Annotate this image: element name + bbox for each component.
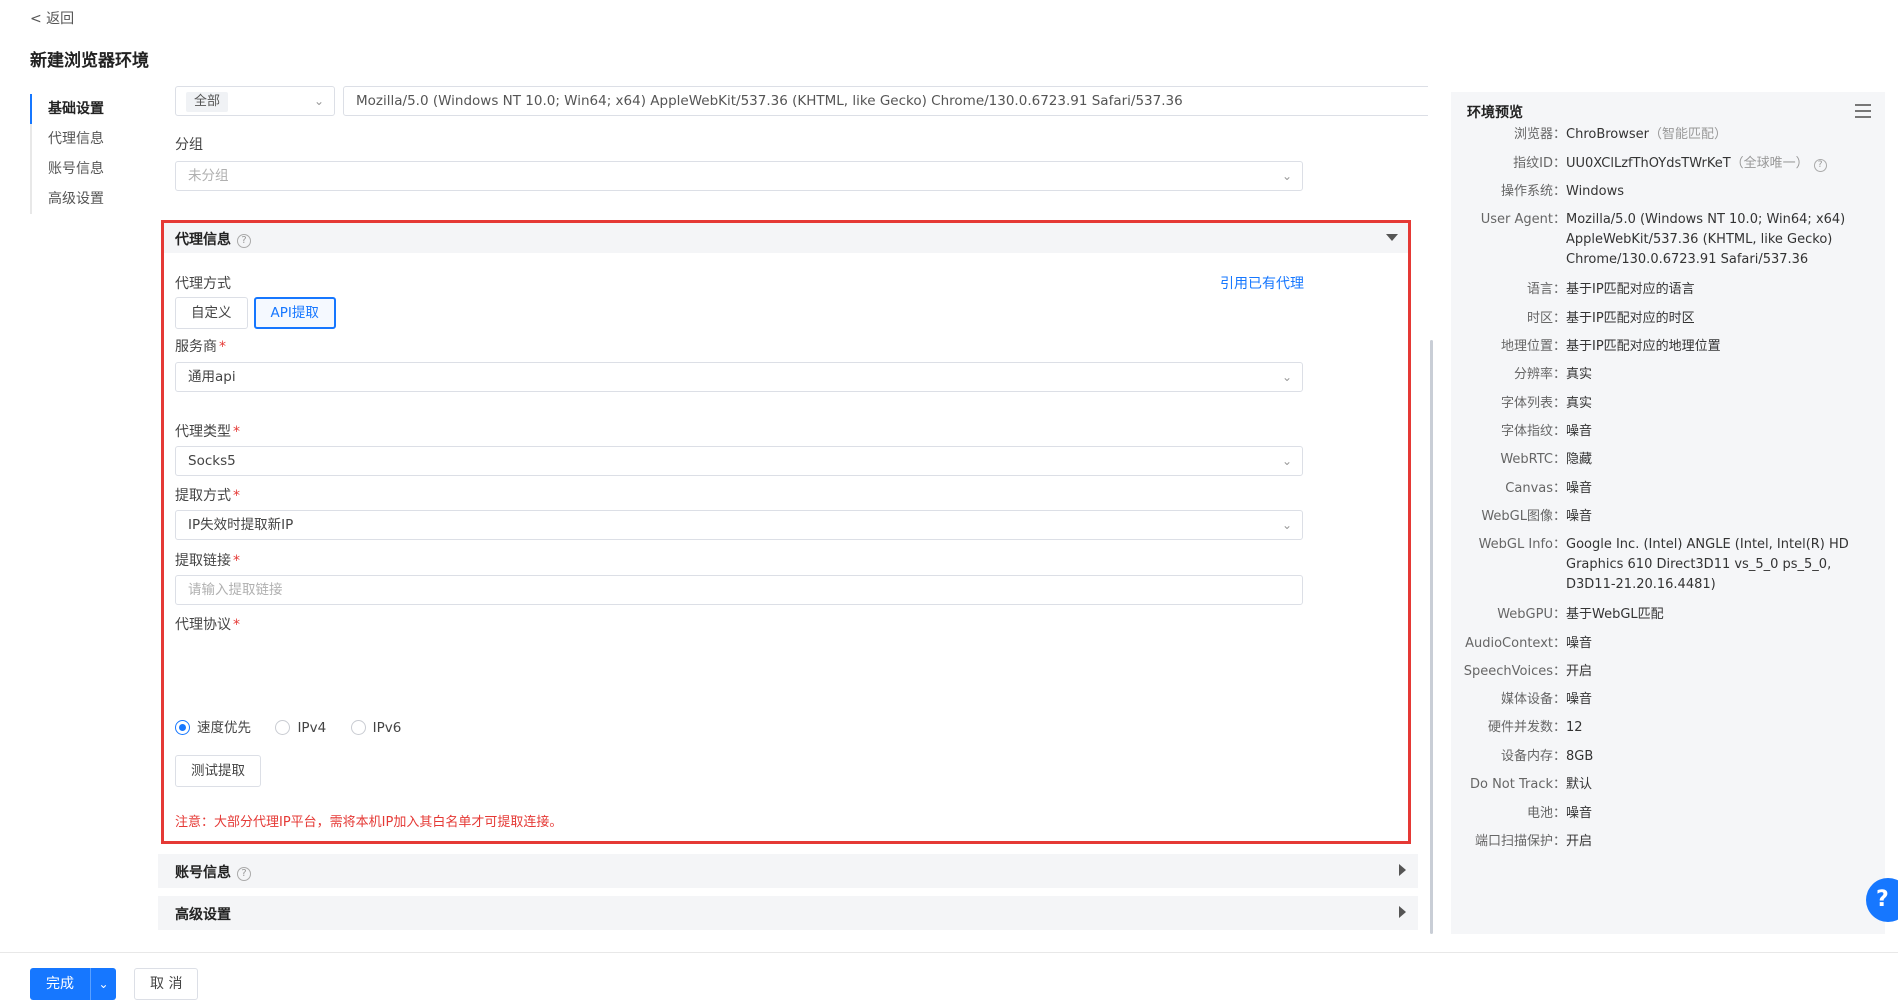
advanced-section-title: 高级设置 [175, 907, 231, 923]
proxy-type-value: Socks5 [188, 453, 236, 469]
help-icon[interactable]: ? [1813, 159, 1827, 172]
chevron-down-icon: ⌄ [1281, 169, 1292, 183]
proxy-protocol-radios: 速度优先 IPv4 IPv6 [175, 716, 421, 736]
proxy-method-toggle: 自定义 API提取 [175, 297, 342, 329]
provider-select-value: 通用api [188, 369, 236, 385]
section-nav: 基础设置 代理信息 账号信息 高级设置 [30, 94, 104, 214]
provider-select[interactable]: 通用api ⌄ [175, 362, 1303, 392]
chevron-down-icon[interactable]: ⌄ [90, 968, 116, 1000]
radio-ipv6[interactable]: IPv6 [350, 720, 401, 736]
sidebar-item-advanced[interactable]: 高级设置 [30, 184, 104, 214]
extract-link-label: 提取链接 * [175, 553, 240, 569]
proxy-type-select[interactable]: Socks5 ⌄ [175, 446, 1303, 476]
form-area: 全部 ⌄ Mozilla/5.0 (Windows NT 10.0; Win64… [158, 86, 1428, 934]
test-extract-button[interactable]: 测试提取 [175, 755, 261, 787]
platform-select[interactable]: 全部 ⌄ [175, 86, 335, 116]
proxy-panel-title: 代理信息? [175, 229, 251, 249]
user-agent-field[interactable]: Mozilla/5.0 (Windows NT 10.0; Win64; x64… [343, 86, 1428, 116]
page-title: 新建浏览器环境 [30, 51, 149, 71]
help-icon[interactable]: ? [237, 234, 251, 248]
group-select-placeholder: 未分组 [188, 168, 229, 184]
help-icon[interactable]: ? [237, 867, 251, 881]
chevron-down-icon: ⌄ [1281, 370, 1292, 384]
collapse-triangle-icon[interactable] [1386, 234, 1398, 241]
scrollbar[interactable] [1430, 340, 1433, 934]
proxy-panel-header[interactable]: 代理信息? [164, 223, 1408, 253]
sidebar-item-proxy[interactable]: 代理信息 [30, 124, 104, 154]
account-section-title: 账号信息? [175, 862, 251, 882]
proxy-method-label: 代理方式 [175, 276, 231, 292]
proxy-protocol-label: 代理协议 * [175, 617, 240, 633]
ua-row: 全部 ⌄ Mozilla/5.0 (Windows NT 10.0; Win64… [175, 86, 1428, 116]
done-button[interactable]: 完成 [30, 968, 90, 1000]
extract-mode-select[interactable]: IP失效时提取新IP ⌄ [175, 510, 1303, 540]
user-agent-value: Mozilla/5.0 (Windows NT 10.0; Win64; x64… [356, 93, 1183, 109]
list-indent-icon[interactable] [1855, 104, 1871, 118]
extract-mode-value: IP失效时提取新IP [188, 517, 294, 533]
environment-preview-panel: 环境预览 浏览器： ChroBrowser（智能匹配） 指纹ID： UU0XClLz… [1451, 92, 1885, 934]
group-label: 分组 [175, 137, 203, 153]
group-select[interactable]: 未分组 ⌄ [175, 161, 1303, 191]
chevron-down-icon: ⌄ [1281, 518, 1292, 532]
radio-speed-first[interactable]: 速度优先 [175, 716, 251, 736]
platform-select-value: 全部 [186, 92, 229, 112]
method-api-button[interactable]: API提取 [253, 297, 336, 329]
proxy-info-panel: 代理信息? 代理方式 引用已有代理 自定义 API提取 服务商 * 通用api ⌄ … [161, 220, 1411, 844]
advanced-settings-section[interactable]: 高级设置 [158, 896, 1418, 930]
footer-bar: 完成 ⌄ 取 消 [0, 952, 1898, 1005]
radio-ipv4[interactable]: IPv4 [275, 720, 326, 736]
chevron-down-icon: ⌄ [1281, 454, 1292, 468]
cancel-button[interactable]: 取 消 [134, 968, 199, 1000]
extract-link-input[interactable] [175, 575, 1303, 605]
chevron-down-icon: ⌄ [313, 94, 324, 108]
proxy-type-label: 代理类型 * [175, 424, 240, 440]
whitelist-note: 注意：大部分代理IP平台，需将本机IP加入其白名单才可提取连接。 [175, 815, 563, 830]
sidebar-item-account[interactable]: 账号信息 [30, 154, 104, 184]
expand-triangle-icon[interactable] [1399, 864, 1406, 876]
expand-triangle-icon[interactable] [1399, 906, 1406, 918]
account-info-section[interactable]: 账号信息? [158, 854, 1418, 888]
sidebar-item-basic[interactable]: 基础设置 [30, 94, 104, 124]
extract-mode-label: 提取方式 * [175, 488, 240, 504]
use-existing-proxy-link[interactable]: 引用已有代理 [1220, 273, 1304, 293]
provider-label: 服务商 * [175, 339, 226, 355]
back-link[interactable]: < 返回 [30, 8, 74, 28]
method-custom-button[interactable]: 自定义 [175, 297, 248, 329]
done-button-group: 完成 ⌄ [30, 968, 116, 1000]
preview-title: 环境预览 [1467, 105, 1523, 121]
